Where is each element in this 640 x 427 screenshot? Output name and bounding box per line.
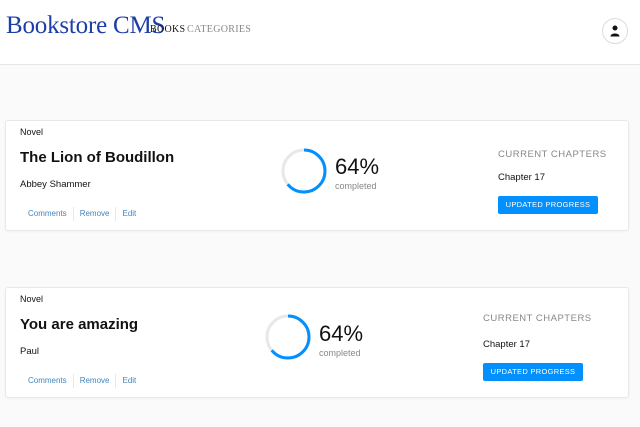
nav-categories-link[interactable]: CATEGORIES xyxy=(187,24,251,35)
book-genre: Novel xyxy=(20,127,44,137)
book-genre: Novel xyxy=(20,294,44,304)
progress-ring xyxy=(265,314,311,360)
book-card: Novel You are amazing Paul Comments Remo… xyxy=(5,287,629,398)
book-author: Paul xyxy=(20,346,40,357)
progress-percent: 64% xyxy=(319,321,364,346)
book-card: Novel The Lion of Boudillon Abbey Shamme… xyxy=(5,120,629,231)
current-chapter: Chapter 17 xyxy=(483,339,531,350)
current-chapter: Chapter 17 xyxy=(498,172,546,183)
remove-button[interactable]: Remove xyxy=(72,207,116,221)
current-chapter-label: CURRENT CHAPTERS xyxy=(498,149,607,160)
comments-button[interactable]: Comments xyxy=(20,374,73,388)
book-author: Abbey Shammer xyxy=(20,179,91,190)
nav-books-link[interactable]: BOOKS xyxy=(150,24,185,35)
book-title: The Lion of Boudillon xyxy=(20,149,175,166)
progress-percent: 64% xyxy=(335,154,380,179)
book-actions: Comments Remove Edit xyxy=(20,207,142,221)
comments-button[interactable]: Comments xyxy=(20,207,73,221)
progress-completed-label: completed xyxy=(335,181,377,191)
update-progress-button[interactable]: UPDATED PROGRESS xyxy=(498,196,598,214)
progress-ring xyxy=(281,148,327,194)
app-header: Bookstore CMS BOOKS CATEGORIES xyxy=(0,0,640,65)
user-icon xyxy=(610,25,620,37)
update-progress-button[interactable]: UPDATED PROGRESS xyxy=(483,363,583,381)
user-avatar-button[interactable] xyxy=(602,18,628,44)
edit-button[interactable]: Edit xyxy=(115,374,142,388)
book-title: You are amazing xyxy=(20,316,139,333)
current-chapter-label: CURRENT CHAPTERS xyxy=(483,313,592,324)
progress-completed-label: completed xyxy=(319,348,361,358)
remove-button[interactable]: Remove xyxy=(72,374,116,388)
app-logo[interactable]: Bookstore CMS xyxy=(6,12,165,40)
book-actions: Comments Remove Edit xyxy=(20,374,142,388)
edit-button[interactable]: Edit xyxy=(115,207,142,221)
